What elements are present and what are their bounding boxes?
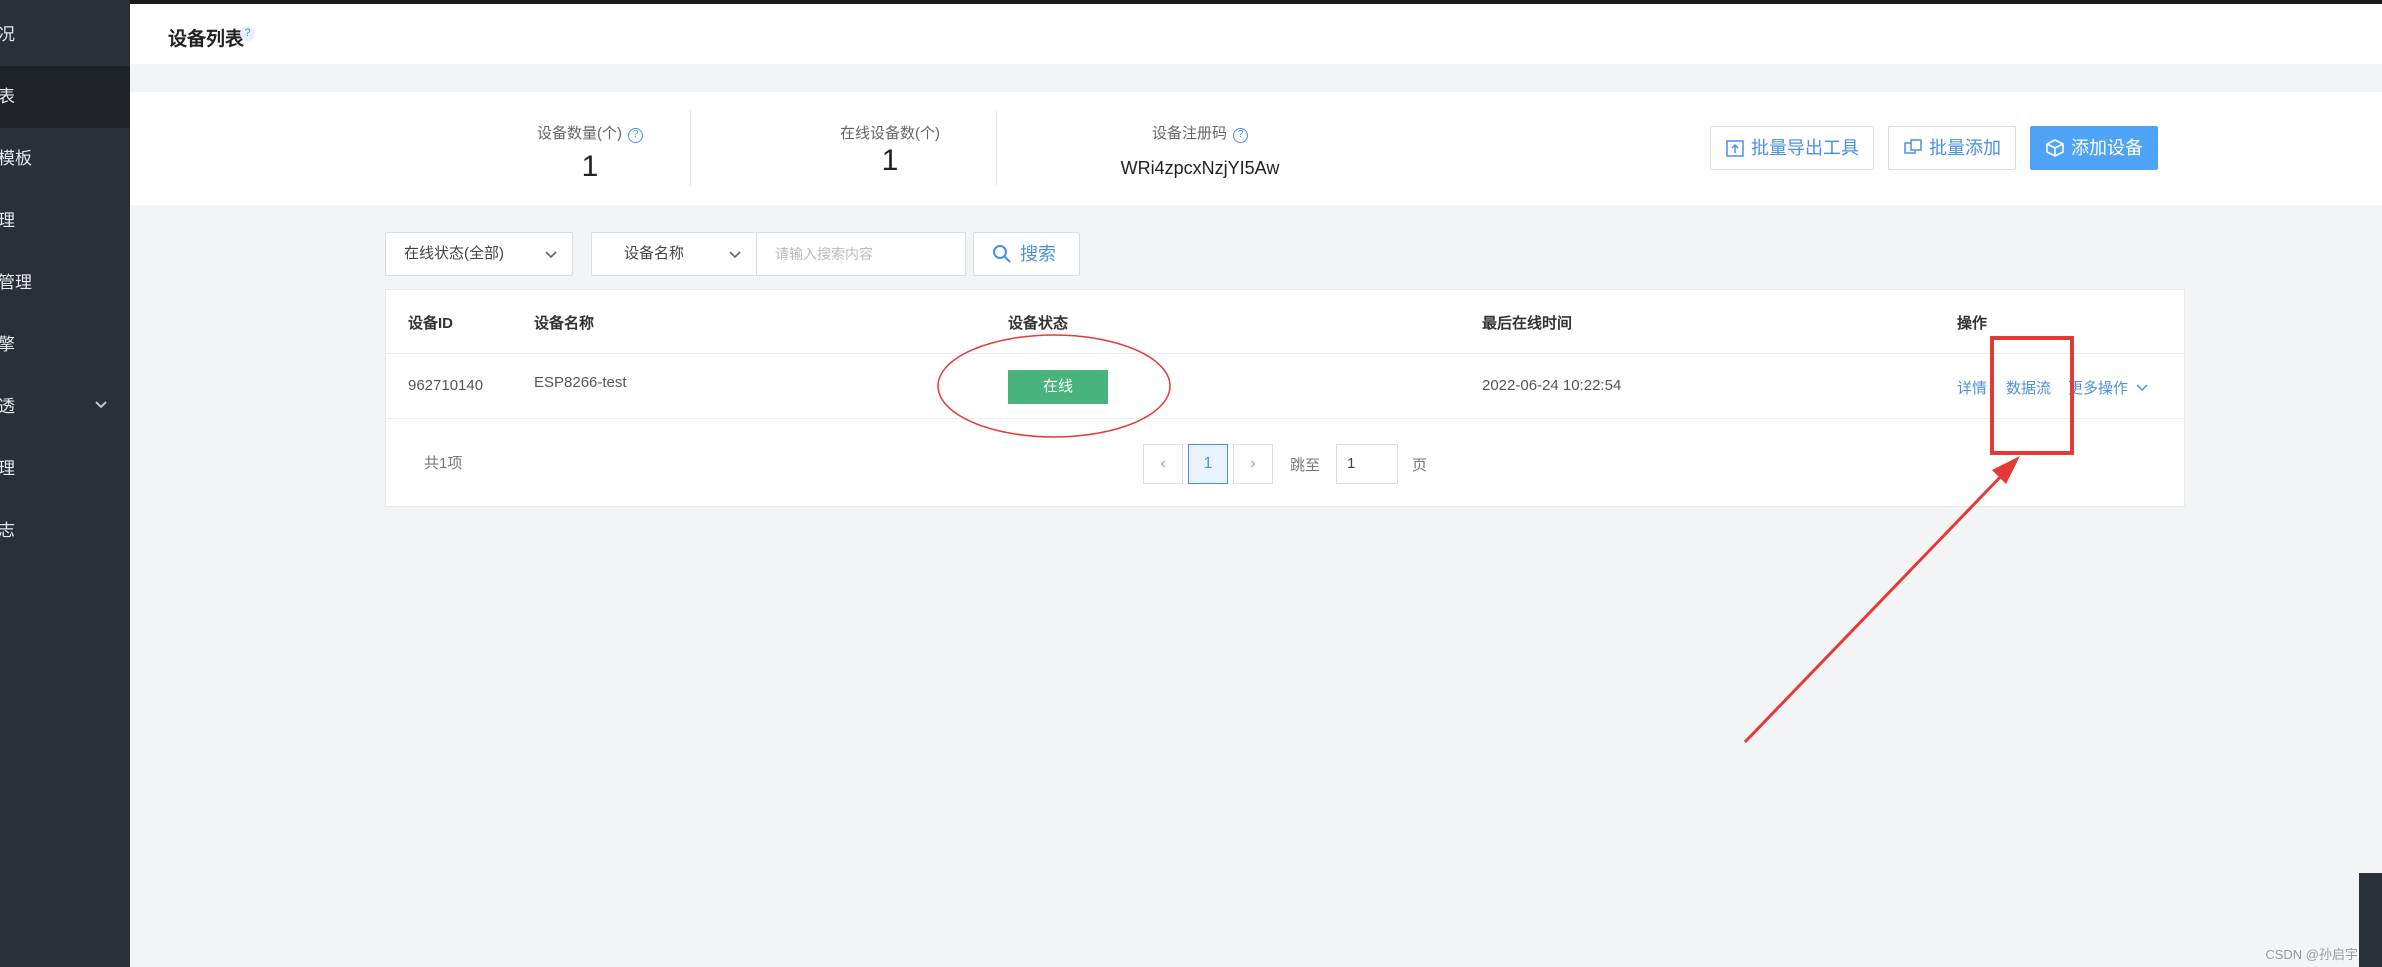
chevron-down-icon — [545, 251, 557, 259]
next-page-button[interactable]: › — [1233, 444, 1273, 484]
search-button-label: 搜索 — [1020, 244, 1056, 264]
device-table: 设备ID 设备名称 设备状态 最后在线时间 操作 962710140 ESP82… — [385, 289, 2185, 507]
cube-icon — [2046, 139, 2064, 157]
chevron-down-icon — [729, 251, 741, 259]
divider — [996, 110, 997, 186]
sidebar-item-manage2[interactable]: 理 — [0, 438, 130, 500]
stat-label-text: 设备注册码 — [1151, 125, 1227, 142]
sidebar-item-admin[interactable]: 管理 — [0, 252, 130, 314]
sidebar-item-label: 理 — [0, 211, 15, 230]
side-feedback-tab[interactable] — [2359, 873, 2382, 967]
chevron-down-icon — [2136, 384, 2148, 392]
stat-label-text: 设备数量(个) — [537, 125, 622, 142]
stat-reg-code: 设备注册码? WRi4zpcxNzjYI5Aw — [1050, 92, 1350, 205]
sidebar-item-label: 管理 — [0, 273, 32, 292]
status-filter-value: 在线状态(全部) — [404, 245, 504, 262]
sidebar-item-label: 表 — [0, 87, 15, 106]
sidebar-item-management[interactable]: 理 — [0, 190, 130, 252]
prev-page-button[interactable]: ‹ — [1143, 444, 1183, 484]
more-actions-dropdown[interactable]: 更多操作 — [2068, 377, 2149, 398]
goto-label: 跳至 — [1290, 457, 1321, 474]
search-icon — [993, 245, 1011, 263]
field-select-value: 设备名称 — [624, 245, 685, 262]
sidebar-item-engine[interactable]: 擎 — [0, 314, 130, 376]
cell-device-id: 962710140 — [408, 377, 484, 394]
col-header-id: 设备ID — [408, 315, 454, 332]
batch-add-button[interactable]: 批量添加 — [1888, 126, 2016, 170]
sidebar-item-logs[interactable]: 志 — [0, 500, 130, 562]
watermark: CSDN @孙启宇 — [2265, 947, 2358, 962]
page-suffix: 页 — [1412, 457, 1428, 474]
search-button[interactable]: 搜索 — [973, 232, 1080, 276]
status-badge: 在线 — [1008, 370, 1108, 404]
add-device-label: 添加设备 — [2071, 138, 2143, 158]
total-count: 共1项 — [424, 455, 463, 472]
batch-add-label: 批量添加 — [1929, 138, 2001, 158]
col-header-actions: 操作 — [1957, 315, 1988, 332]
page-header: 设备列表 ? — [130, 4, 2382, 64]
page-number-button[interactable]: 1 — [1188, 444, 1228, 484]
chevron-down-icon — [95, 401, 107, 409]
col-header-last-online: 最后在线时间 — [1482, 315, 1573, 332]
export-icon — [1726, 140, 1744, 157]
datastream-link[interactable]: 数据流 — [2006, 377, 2051, 398]
sidebar-item-label: 擎 — [0, 335, 15, 354]
sidebar-item-label: 理 — [0, 459, 15, 478]
sidebar-item-overview[interactable]: 况 — [0, 4, 130, 66]
question-icon[interactable]: ? — [1233, 128, 1248, 143]
question-icon[interactable]: ? — [628, 128, 643, 143]
stats-panel: 设备数量(个)? 1 在线设备数(个) 1 设备注册码? WRi4zpcxNzj… — [130, 92, 2382, 205]
col-header-status: 设备状态 — [1008, 315, 1069, 332]
sidebar-item-passthrough[interactable]: 透 — [0, 376, 130, 438]
field-select[interactable]: 设备名称 — [591, 232, 757, 276]
batch-add-icon — [1904, 139, 1922, 154]
sidebar: 况 表 模板 理 管理 擎 透 理 志 — [0, 0, 130, 967]
search-placeholder: 请输入搜索内容 — [775, 246, 873, 262]
row-divider — [386, 353, 2184, 354]
goto-page-input[interactable]: 1 — [1336, 444, 1398, 484]
annotation-arrow-line — [1743, 468, 2009, 744]
col-header-name: 设备名称 — [534, 315, 595, 332]
divider — [690, 110, 691, 186]
help-icon[interactable]: ? — [240, 26, 255, 41]
batch-export-label: 批量导出工具 — [1751, 138, 1859, 158]
stat-value: 1 — [881, 144, 899, 177]
reg-code-value: WRi4zpcxNzjYI5Aw — [1120, 158, 1280, 178]
stat-online-count: 在线设备数(个) 1 — [740, 92, 1040, 205]
add-device-button[interactable]: 添加设备 — [2030, 126, 2158, 170]
batch-export-button[interactable]: 批量导出工具 — [1710, 126, 1874, 170]
sidebar-item-label: 模板 — [0, 149, 32, 168]
search-input[interactable]: 请输入搜索内容 — [756, 232, 966, 276]
sidebar-item-label: 志 — [0, 521, 15, 540]
cell-device-name: ESP8266-test — [534, 374, 627, 391]
sidebar-item-label: 透 — [0, 397, 15, 416]
detail-link[interactable]: 详情 — [1957, 377, 1987, 398]
status-filter-select[interactable]: 在线状态(全部) — [385, 232, 573, 276]
stat-device-count: 设备数量(个)? 1 — [440, 92, 740, 205]
row-divider — [386, 418, 2184, 419]
stat-label: 设备注册码? — [1050, 122, 1350, 143]
stat-label: 设备数量(个)? — [440, 122, 740, 143]
sidebar-item-template[interactable]: 模板 — [0, 128, 130, 190]
stat-value: 1 — [581, 150, 599, 183]
sidebar-item-label: 况 — [0, 25, 15, 44]
page-title: 设备列表 — [168, 29, 245, 50]
stat-label: 在线设备数(个) — [840, 125, 940, 142]
sidebar-item-device-list[interactable]: 表 — [0, 66, 130, 128]
cell-last-online: 2022-06-24 10:22:54 — [1482, 377, 1622, 394]
more-actions-label: 更多操作 — [2068, 380, 2129, 397]
